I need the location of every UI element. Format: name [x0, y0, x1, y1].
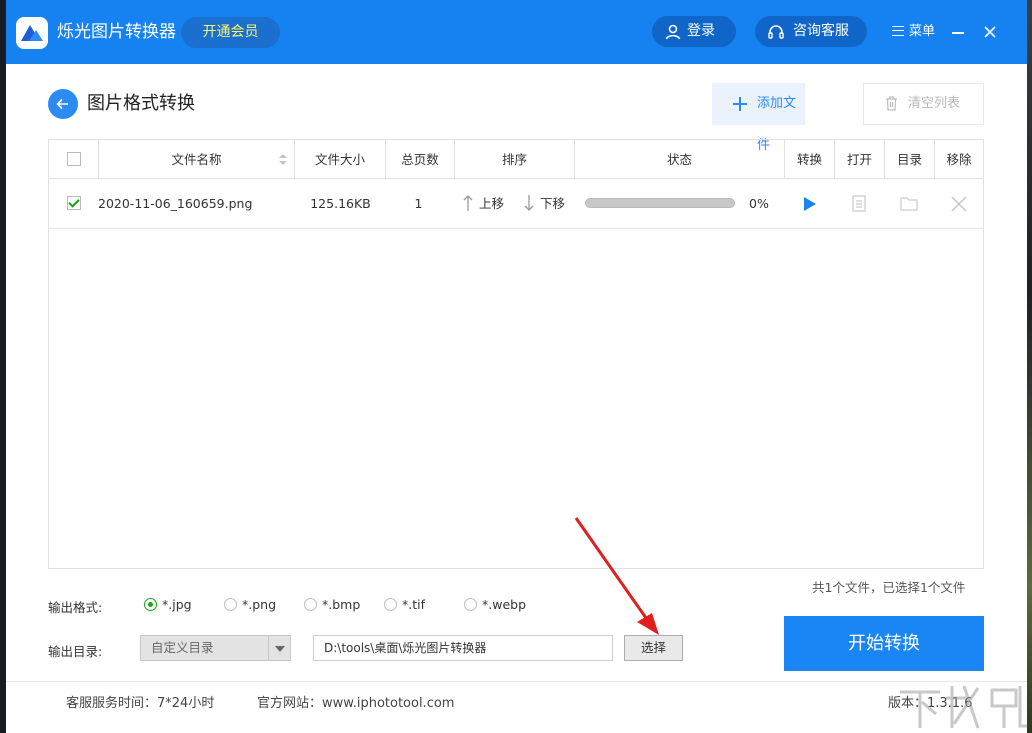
- customer-service-button[interactable]: 咨询客服: [755, 16, 867, 47]
- page-title: 图片格式转换: [87, 92, 195, 116]
- file-table: 文件名称 文件大小 总页数 排序 状态 转换 打开 目录 移除 2020-11-…: [48, 139, 984, 569]
- app-title: 烁光图片转换器: [57, 20, 176, 44]
- header-order: 排序: [455, 140, 575, 179]
- radio-dot: [304, 598, 317, 611]
- arrow-down-icon: [524, 195, 534, 211]
- row-pages: 1: [386, 179, 451, 228]
- app-logo-icon: [16, 17, 48, 49]
- hamburger-icon: [892, 26, 904, 36]
- folder-icon[interactable]: [900, 196, 918, 211]
- sort-icon[interactable]: [279, 153, 287, 166]
- arrow-up-icon: [463, 195, 473, 211]
- header-open: 打开: [835, 140, 885, 179]
- app-window: 烁光图片转换器 开通会员 登录 咨询客服 菜单: [6, 0, 1027, 733]
- minimize-button[interactable]: [952, 32, 964, 34]
- output-path-field[interactable]: D:\tools\桌面\烁光图片转换器: [313, 635, 613, 661]
- move-up-label: 上移: [479, 179, 504, 228]
- row-filesize: 125.16KB: [295, 179, 386, 228]
- title-bar: 烁光图片转换器 开通会员 登录 咨询客服 菜单: [6, 0, 1027, 64]
- radio-dot: [384, 598, 397, 611]
- radio-dot: [464, 598, 477, 611]
- close-window-icon[interactable]: [982, 24, 998, 40]
- start-convert-button[interactable]: 开始转换: [784, 616, 984, 671]
- row-checkbox[interactable]: [67, 196, 81, 210]
- format-label: *.tif: [402, 598, 425, 612]
- radio-dot: [144, 598, 157, 611]
- service-label: 咨询客服: [793, 16, 849, 47]
- output-format-label: 输出格式:: [48, 597, 102, 616]
- footer: 客服服务时间：7*24小时 官方网站：www.iphototool.com 版本…: [6, 681, 1027, 733]
- header-filesize: 文件大小: [295, 140, 386, 179]
- clear-list-button[interactable]: 清空列表: [863, 83, 984, 125]
- service-hours: 客服服务时间：7*24小时: [66, 695, 214, 713]
- header-pages: 总页数: [386, 140, 455, 179]
- open-file-icon[interactable]: [852, 195, 866, 212]
- menu-button[interactable]: 菜单: [892, 22, 935, 42]
- header-filename-label: 文件名称: [171, 152, 221, 167]
- format-label: *.jpg: [162, 598, 192, 612]
- row-filename: 2020-11-06_160659.png: [98, 179, 252, 228]
- headset-icon: [767, 23, 785, 41]
- login-button[interactable]: 登录: [652, 16, 736, 47]
- output-dir-mode: 自定义目录: [151, 640, 214, 655]
- header-status: 状态: [575, 140, 785, 179]
- table-header: 文件名称 文件大小 总页数 排序 状态 转换 打开 目录 移除: [49, 140, 983, 179]
- version-text: 版本：1.3.1.6: [888, 695, 972, 713]
- plus-icon: [733, 97, 747, 111]
- vip-button[interactable]: 开通会员: [181, 17, 280, 48]
- header-remove: 移除: [935, 140, 983, 179]
- table-row: 2020-11-06_160659.png 125.16KB 1 上移 下移 0…: [49, 179, 983, 229]
- progress-percent: 0%: [749, 179, 769, 228]
- menu-label: 菜单: [909, 24, 935, 39]
- official-website[interactable]: 官方网站：www.iphototool.com: [257, 695, 454, 713]
- play-icon[interactable]: [803, 197, 817, 211]
- move-down-label: 下移: [540, 179, 565, 228]
- output-dir-select[interactable]: 自定义目录: [140, 635, 291, 661]
- format-label: *.webp: [482, 598, 526, 612]
- user-icon: [664, 23, 682, 41]
- select-all-checkbox[interactable]: [67, 152, 81, 166]
- header-filename[interactable]: 文件名称: [99, 140, 295, 179]
- login-label: 登录: [687, 16, 715, 47]
- selection-summary: 共1个文件，已选择1个文件: [812, 577, 965, 596]
- format-label: *.png: [242, 598, 276, 612]
- output-dir-label: 输出目录:: [48, 641, 102, 660]
- radio-dot: [224, 598, 237, 611]
- arrow-left-icon: [48, 89, 78, 119]
- desktop-background-right: [1027, 0, 1032, 733]
- format-label: *.bmp: [322, 598, 360, 612]
- chevron-down-icon: [268, 636, 290, 660]
- choose-dir-button[interactable]: 选择: [624, 635, 683, 661]
- add-file-button[interactable]: 添加文件: [712, 83, 805, 125]
- trash-icon: [885, 96, 898, 111]
- header-select-all-cell: [49, 140, 99, 179]
- clear-list-label: 清空列表: [908, 84, 960, 124]
- remove-icon[interactable]: [951, 196, 967, 212]
- header-convert: 转换: [785, 140, 835, 179]
- back-button[interactable]: [48, 89, 78, 119]
- header-folder: 目录: [885, 140, 935, 179]
- progress-bar: [585, 198, 735, 208]
